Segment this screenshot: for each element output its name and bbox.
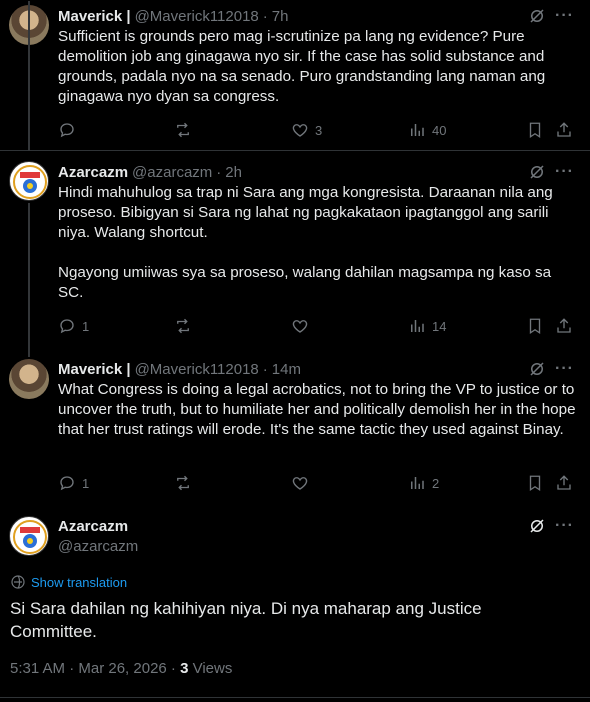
main-tweet-text: Si Sara dahilan ng kahihiyan niya. Di ny…: [10, 599, 482, 641]
grok-icon[interactable]: [528, 7, 546, 25]
reply-button[interactable]: 1: [58, 473, 89, 493]
tweet-text: What Congress is doing a legal acrobatic…: [58, 381, 580, 438]
tweet-text: Hindi mahuhulog sa trap ni Sara ang mga …: [58, 184, 553, 301]
tweet-text: Sufficient is grounds pero mag i-scrutin…: [58, 28, 550, 105]
bookmark-button[interactable]: [526, 120, 544, 140]
reply-button[interactable]: [58, 120, 82, 140]
like-icon: [292, 124, 308, 137]
views-count: 2: [432, 475, 440, 491]
views-icon: [411, 477, 424, 489]
share-icon: [557, 318, 571, 333]
separator-dot: ·: [216, 163, 222, 181]
repost-icon: [177, 318, 189, 334]
avatar[interactable]: [9, 359, 49, 399]
views-count: 14: [432, 318, 447, 334]
grok-icon[interactable]: [528, 163, 546, 181]
reply-icon: [60, 123, 74, 138]
grok-icon[interactable]: [528, 360, 546, 378]
tweet-2[interactable]: Azarcazm @azarcazm · 2h ··· Hindi mahuhu…: [0, 1, 590, 351]
tweet-meta: 5:31 AM · Mar 26, 2026 · 3 Views: [10, 660, 232, 677]
display-name[interactable]: Azarcazm: [58, 518, 128, 535]
display-name[interactable]: Maverick |: [58, 361, 131, 378]
views-label: Views: [192, 660, 233, 677]
bookmark-icon: [529, 122, 541, 139]
tweet-header: Maverick | @Maverick112018 · 7h: [58, 6, 590, 26]
views-button[interactable]: 14: [408, 316, 446, 336]
tweet-time[interactable]: 7h: [272, 8, 289, 25]
share-button[interactable]: [555, 120, 573, 140]
show-translation-button[interactable]: Show translation: [10, 574, 127, 590]
display-name[interactable]: Maverick |: [58, 8, 131, 25]
more-icon[interactable]: ···: [555, 163, 574, 181]
user-handle[interactable]: @Maverick112018: [135, 8, 259, 25]
share-icon: [557, 122, 571, 137]
tweet-time[interactable]: 14m: [272, 361, 301, 378]
repost-button[interactable]: [174, 316, 198, 336]
like-button[interactable]: [291, 316, 315, 336]
views-icon: [411, 124, 424, 136]
show-translation-label[interactable]: Show translation: [31, 575, 127, 590]
repost-button[interactable]: [174, 120, 198, 140]
grok-icon[interactable]: [528, 517, 546, 535]
views-count: 40: [432, 122, 447, 138]
avatar[interactable]: [9, 516, 49, 556]
share-button[interactable]: [555, 316, 573, 336]
views-icon: [411, 320, 424, 332]
avatar[interactable]: [9, 161, 49, 201]
translate-icon: [11, 575, 25, 589]
timestamp[interactable]: 5:31 AM · Mar 26, 2026 ·: [10, 660, 176, 677]
thread-line: [28, 1, 30, 151]
views-button[interactable]: 2: [408, 473, 439, 493]
tayo-logo-icon: [13, 520, 47, 554]
views-button[interactable]: 40: [408, 120, 446, 140]
tweet-header: Maverick | @Maverick112018 · 14m: [58, 359, 590, 379]
more-icon[interactable]: ···: [555, 517, 574, 535]
like-button[interactable]: 3: [291, 120, 322, 140]
tweet-time[interactable]: 2h: [225, 164, 242, 181]
more-icon[interactable]: ···: [555, 360, 574, 378]
separator-dot: ·: [262, 360, 268, 378]
separator-dot: ·: [262, 7, 268, 25]
like-count: 3: [315, 122, 323, 138]
like-button[interactable]: [291, 473, 315, 493]
divider: [0, 697, 590, 698]
tayo-logo-icon: [13, 165, 47, 199]
reply-count: 1: [82, 318, 90, 334]
user-handle[interactable]: @azarcazm: [132, 164, 212, 181]
repost-icon: [177, 122, 189, 138]
reply-count: 1: [82, 475, 90, 491]
tweet-header: Azarcazm: [58, 516, 590, 536]
tweet-actions: 1 14: [58, 316, 580, 336]
repost-icon: [177, 475, 189, 491]
tweet-header: Azarcazm @azarcazm · 2h: [58, 162, 590, 182]
user-handle[interactable]: @azarcazm: [58, 538, 138, 555]
bookmark-icon: [529, 475, 541, 492]
repost-button[interactable]: [174, 473, 198, 493]
share-icon: [557, 475, 571, 490]
views-count: 3: [180, 660, 189, 677]
bookmark-button[interactable]: [526, 473, 544, 493]
tweet-3[interactable]: Maverick | @Maverick112018 · 14m ··· Wha…: [0, 203, 590, 501]
reply-icon: [60, 319, 74, 334]
like-icon: [292, 477, 308, 490]
display-name[interactable]: Azarcazm: [58, 164, 128, 181]
like-icon: [292, 320, 308, 333]
user-handle[interactable]: @Maverick112018: [135, 361, 259, 378]
reply-icon: [60, 476, 74, 491]
bookmark-button[interactable]: [526, 316, 544, 336]
more-icon[interactable]: ···: [555, 7, 574, 25]
tweet-1[interactable]: Maverick | @Maverick112018 · 7h ··· Suff…: [0, 0, 590, 150]
share-button[interactable]: [555, 473, 573, 493]
tweet-actions: 3 40: [58, 120, 580, 140]
bookmark-icon: [529, 318, 541, 335]
reply-button[interactable]: 1: [58, 316, 89, 336]
tweet-actions: 1 2: [58, 473, 580, 493]
thread-line: [28, 203, 30, 357]
